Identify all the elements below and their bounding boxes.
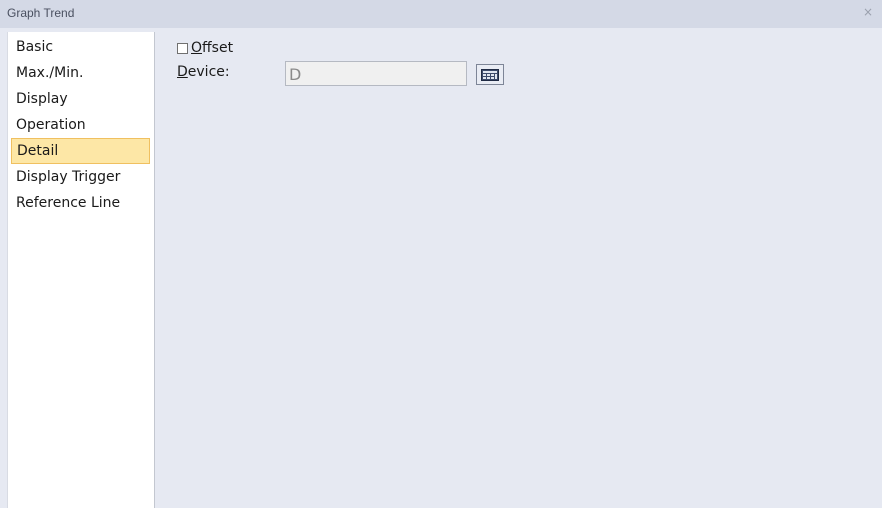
graph-trend-dialog: Graph Trend × Basic Max./Min. Display Op… (0, 0, 882, 508)
device-label-mnemonic: D (177, 64, 188, 80)
sidebar-item-basic[interactable]: Basic (11, 34, 150, 60)
nav-list: Basic Max./Min. Display Operation Detail… (8, 32, 154, 216)
title-bar: Graph Trend × (0, 0, 882, 28)
sidebar-item-max-min[interactable]: Max./Min. (11, 60, 150, 86)
sidebar-item-reference-line[interactable]: Reference Line (11, 190, 150, 216)
sidebar-item-detail[interactable]: Detail (11, 138, 150, 164)
device-label-rest: evice: (187, 64, 230, 80)
dialog-title: Graph Trend (7, 6, 75, 20)
device-picker-icon (481, 68, 499, 81)
offset-label-rest: ffset (202, 40, 234, 56)
close-icon[interactable]: × (860, 4, 876, 20)
offset-checkbox[interactable] (177, 42, 188, 54)
detail-panel: Offset Device: (155, 28, 882, 508)
offset-checkbox-row[interactable]: Offset (177, 39, 233, 57)
device-picker-button[interactable] (476, 64, 504, 85)
sidebar-item-display-trigger[interactable]: Display Trigger (11, 164, 150, 190)
sidebar-item-display[interactable]: Display (11, 86, 150, 112)
sidebar-item-operation[interactable]: Operation (11, 112, 150, 138)
offset-label-mnemonic: O (191, 40, 203, 56)
sidebar-nav: Basic Max./Min. Display Operation Detail… (7, 32, 155, 508)
device-input[interactable] (285, 61, 467, 86)
offset-label: Offset (191, 40, 233, 56)
device-label: Device: (177, 64, 230, 80)
